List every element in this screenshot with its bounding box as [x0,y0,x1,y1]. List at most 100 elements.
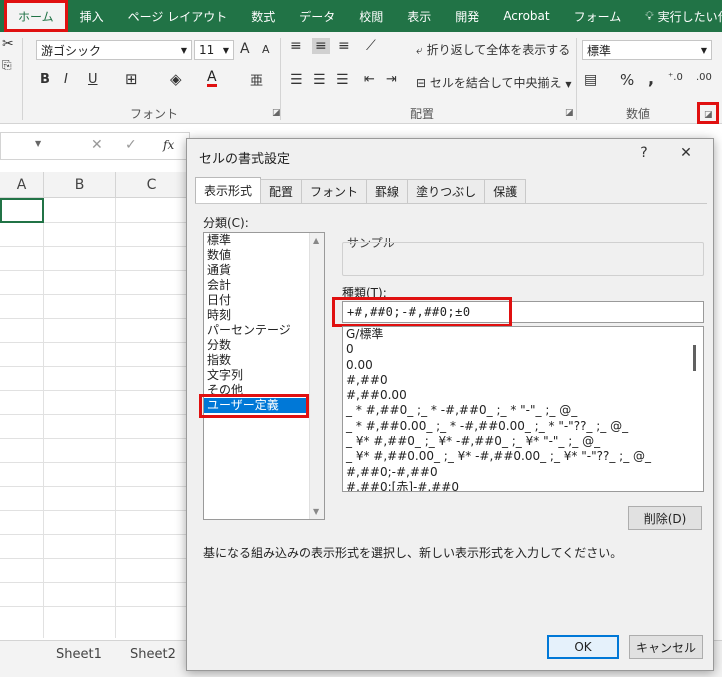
category-item[interactable]: 通貨 [204,263,324,278]
column-header-a[interactable]: A [0,172,44,198]
increase-indent-icon[interactable]: ⇥ [386,72,397,87]
chevron-down-icon: ▼ [700,45,707,55]
category-item[interactable]: 数値 [204,248,324,263]
fill-color-icon[interactable]: ◈ [170,70,182,88]
help-button[interactable]: ? [633,145,655,161]
format-cells-dialog: セルの書式設定 ? ✕ 表示形式 配置 フォント 罫線 塗りつぶし 保護 分類(… [186,138,714,671]
tab-insert[interactable]: 挿入 [68,0,116,32]
grow-font-icon[interactable]: A [240,41,250,57]
category-item[interactable]: パーセンテージ [204,323,324,338]
category-item[interactable]: 標準 [204,233,324,248]
align-top-icon[interactable]: ≡ [290,38,302,54]
align-middle-icon[interactable]: ≡ [312,38,330,54]
format-item[interactable]: #,##0 [343,373,703,388]
sample-box [342,242,704,276]
category-item[interactable]: 会計 [204,278,324,293]
delete-button[interactable]: 削除(D) [628,506,702,530]
enter-entry-icon[interactable]: ✓ [125,137,137,153]
sheet-tab-sheet1[interactable]: Sheet1 [56,647,102,662]
tab-number-format[interactable]: 表示形式 [195,177,262,203]
format-scrollbar[interactable] [688,327,703,491]
copy-icon[interactable]: ⎘ [2,58,12,73]
sheet-tab-sheet2[interactable]: Sheet2 [130,647,176,662]
scroll-down-icon[interactable]: ▼ [313,507,319,516]
cancel-button[interactable]: キャンセル [629,635,703,659]
bold-button[interactable]: B [40,72,50,87]
category-item[interactable]: 日付 [204,293,324,308]
font-name-combo[interactable]: 游ゴシック ▼ [36,40,192,60]
format-item[interactable]: _ * #,##0_ ;_ * -#,##0_ ;_ * "-"_ ;_ @_ [343,403,703,418]
insert-function-icon[interactable]: fx [163,138,174,152]
format-item[interactable]: _ ¥* #,##0.00_ ;_ ¥* -#,##0.00_ ;_ ¥* "-… [343,449,703,464]
active-cell[interactable] [0,198,44,223]
category-item[interactable]: 分数 [204,338,324,353]
font-color-icon[interactable]: A [207,70,217,87]
align-right-icon[interactable]: ☰ [336,72,349,88]
italic-button[interactable]: I [64,72,68,87]
category-list[interactable]: 標準 数値 通貨 会計 日付 時刻 パーセンテージ 分数 指数 文字列 その他 … [203,232,325,520]
format-item[interactable]: _ ¥* #,##0_ ;_ ¥* -#,##0_ ;_ ¥* "-"_ ;_ … [343,434,703,449]
format-item[interactable]: #,##0.00 [343,388,703,403]
decrease-indent-icon[interactable]: ⇤ [364,72,375,87]
cut-icon[interactable]: ✂ [2,36,14,52]
ok-button[interactable]: OK [547,635,619,659]
scroll-thumb[interactable] [693,345,696,371]
tab-data[interactable]: データ [287,0,347,32]
chevron-down-icon: ▼ [565,80,572,89]
tell-me-box[interactable]: 💡︎ 実行したい作 [633,0,722,32]
category-item[interactable]: 文字列 [204,368,324,383]
borders-icon[interactable]: ⊞ [125,70,138,88]
column-header-b[interactable]: B [44,172,116,198]
align-center-icon[interactable]: ☰ [313,72,326,88]
merge-center-button[interactable]: ⊟ セルを結合して中央揃え ▼ [416,74,572,91]
category-scrollbar[interactable]: ▲ ▼ [309,233,324,519]
tab-view[interactable]: 表示 [395,0,443,32]
format-item[interactable]: #,##0;[赤]-#,##0 [343,480,703,491]
column-header-c[interactable]: C [116,172,188,198]
alignment-group-label: 配置 [410,107,435,121]
format-item[interactable]: #,##0;-#,##0 [343,465,703,480]
format-item[interactable]: 0 [343,342,703,357]
cancel-entry-icon[interactable]: ✕ [91,137,103,153]
tab-protection[interactable]: 保護 [484,179,527,203]
format-item[interactable]: G/標準 [343,327,703,342]
wrap-text-button[interactable]: ⤶ 折り返して全体を表示する [416,41,570,58]
align-bottom-icon[interactable]: ≡ [338,38,350,54]
number-format-combo[interactable]: 標準 ▼ [582,40,712,60]
number-format-value: 標準 [587,43,612,58]
tab-fill[interactable]: 塗りつぶし [407,179,486,203]
accounting-format-icon[interactable]: ▤ [584,72,597,88]
highlight-type-box [332,297,512,327]
dialog-title: セルの書式設定 [199,152,291,167]
format-list[interactable]: G/標準 0 0.00 #,##0 #,##0.00 _ * #,##0_ ;_… [342,326,704,492]
align-left-icon[interactable]: ☰ [290,72,303,88]
phonetic-icon[interactable]: 亜 [250,70,263,89]
name-box-chevron-icon[interactable]: ▼ [35,139,41,148]
increase-decimal-icon[interactable]: ⁺.0 [668,72,683,83]
close-button[interactable]: ✕ [675,145,697,161]
tab-font[interactable]: フォント [301,179,368,203]
tab-review[interactable]: 校閲 [347,0,395,32]
underline-button[interactable]: U [88,72,98,87]
format-item[interactable]: _ * #,##0.00_ ;_ * -#,##0.00_ ;_ * "-"??… [343,419,703,434]
tab-border[interactable]: 罫線 [366,179,409,203]
number-group-label: 数値 [626,107,651,121]
scroll-up-icon[interactable]: ▲ [313,236,319,245]
orientation-icon[interactable]: ⟋ [366,38,376,54]
format-item[interactable]: 0.00 [343,358,703,373]
font-size-combo[interactable]: 11 ▼ [194,40,234,60]
tab-acrobat[interactable]: Acrobat [491,0,561,32]
decrease-decimal-icon[interactable]: .00 [696,72,712,83]
category-item[interactable]: 時刻 [204,308,324,323]
tab-page-layout[interactable]: ページ レイアウト [116,0,240,32]
tab-form[interactable]: フォーム [562,0,634,32]
tab-home[interactable]: ホーム [4,0,68,32]
tab-alignment[interactable]: 配置 [260,179,303,203]
tab-formulas[interactable]: 数式 [239,0,287,32]
shrink-font-icon[interactable]: A [262,43,270,56]
comma-style-button[interactable]: , [648,69,654,88]
percent-style-button[interactable]: % [620,71,634,89]
alignment-dialog-launcher-icon[interactable]: ◪ [565,108,575,118]
tab-developer[interactable]: 開発 [443,0,491,32]
category-item[interactable]: 指数 [204,353,324,368]
